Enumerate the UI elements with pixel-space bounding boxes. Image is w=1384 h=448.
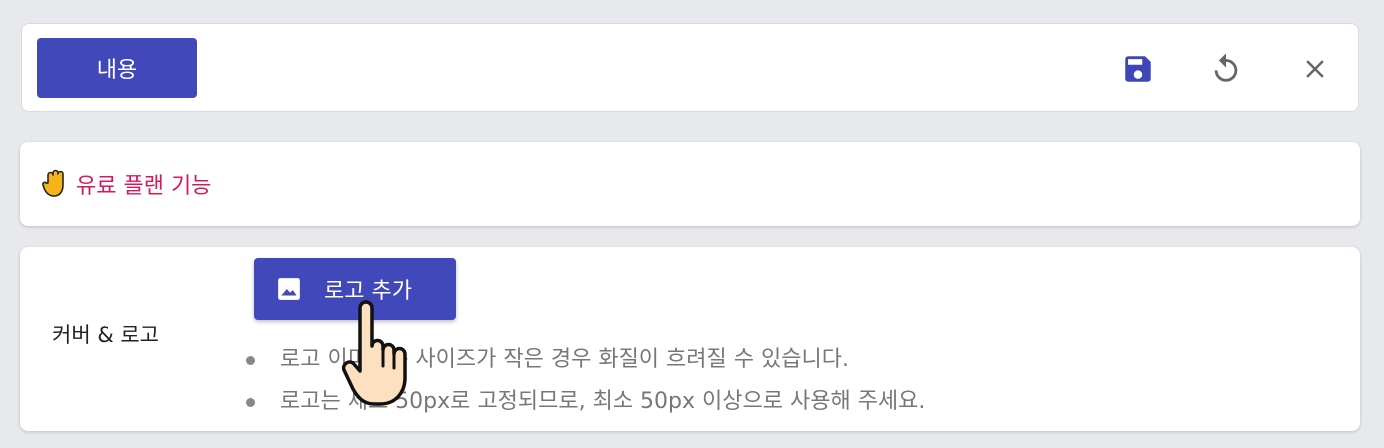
close-button[interactable]	[1298, 52, 1332, 86]
save-icon	[1125, 56, 1151, 82]
paid-plan-notice: 유료 플랜 기능	[20, 142, 1360, 226]
toolbar: 내용	[21, 23, 1359, 112]
pointer-hand-cursor-icon	[341, 300, 407, 406]
save-button[interactable]	[1121, 52, 1155, 86]
reset-button[interactable]	[1209, 52, 1243, 86]
notice-row: 유료 플랜 기능	[42, 168, 211, 200]
cover-logo-section: 커버 & 로고 로고 추가 로고 이미지는 사이즈가 작은 경우 화질이 흐려질…	[20, 247, 1360, 431]
content-tab-button[interactable]: 내용	[37, 38, 197, 98]
close-icon	[1306, 60, 1324, 78]
hand-icon	[42, 169, 64, 197]
image-icon	[276, 276, 302, 302]
reset-icon	[1214, 53, 1238, 82]
cover-logo-label: 커버 & 로고	[52, 323, 160, 347]
notice-text: 유료 플랜 기능	[76, 174, 212, 199]
